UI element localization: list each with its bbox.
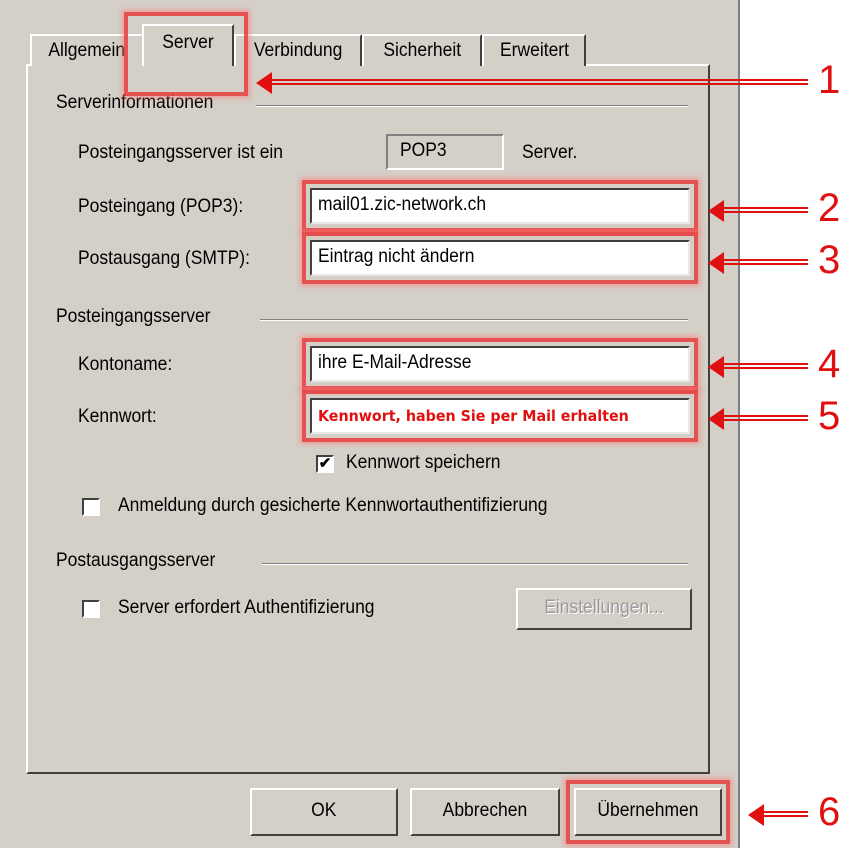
spa-label: Anmeldung durch gesicherte Kennwortauthe… (118, 495, 548, 516)
annotation-number-6: 6 (818, 790, 841, 834)
ok-button[interactable]: OK (250, 788, 398, 836)
tab-erweitert[interactable]: Erweitert (482, 34, 586, 66)
outgoing-server-field[interactable]: Eintrag nicht ändern (310, 240, 690, 276)
cancel-button[interactable]: Abbrechen (410, 788, 560, 836)
annotation-arrow-3 (708, 252, 808, 274)
tab-server[interactable]: Server (142, 24, 234, 66)
incoming-server-group-title: Posteingangsserver (56, 306, 211, 327)
apply-button[interactable]: Übernehmen (574, 788, 722, 836)
password-field[interactable]: Kennwort, haben Sie per Mail erhalten (310, 398, 690, 434)
password-hint: Kennwort, haben Sie per Mail erhalten (318, 407, 629, 425)
spa-checkbox[interactable] (82, 498, 100, 516)
smtp-auth-label: Server erfordert Authentifizierung (118, 597, 375, 618)
password-label: Kennwort: (78, 406, 157, 427)
annotation-number-4: 4 (818, 342, 841, 386)
annotation-arrow-6 (748, 804, 808, 826)
tab-allgemein[interactable]: Allgemein (30, 34, 144, 66)
outgoing-server-group-title: Postausgangsserver (56, 550, 216, 571)
annotation-number-2: 2 (818, 186, 841, 230)
settings-button[interactable]: Einstellungen... (516, 588, 692, 630)
annotation-number-1: 1 (818, 58, 841, 102)
save-password-label: Kennwort speichern (346, 452, 501, 473)
server-info-separator (256, 105, 688, 107)
incoming-type-label: Posteingangsserver ist ein (78, 142, 284, 163)
annotation-arrow-2 (708, 200, 808, 222)
annotation-number-5: 5 (818, 394, 841, 438)
incoming-server-separator (260, 319, 688, 321)
outgoing-server-separator (262, 563, 688, 565)
annotation-arrow-4 (708, 356, 808, 378)
annotation-number-3: 3 (818, 238, 841, 282)
incoming-type-suffix: Server. (522, 142, 578, 163)
account-name-field[interactable]: ihre E-Mail-Adresse (310, 346, 690, 382)
annotation-arrow-1 (256, 72, 808, 94)
dialog-right-edge (738, 0, 740, 848)
incoming-server-label: Posteingang (POP3): (78, 196, 244, 217)
server-info-group-title: Serverinformationen (56, 92, 214, 113)
save-password-checkbox[interactable]: ✔ (316, 455, 334, 473)
incoming-type-text: POP3 (400, 140, 447, 161)
tab-sicherheit[interactable]: Sicherheit (362, 34, 482, 66)
smtp-auth-checkbox[interactable] (82, 600, 100, 618)
incoming-server-field[interactable]: mail01.zic-network.ch (310, 188, 690, 224)
annotation-arrow-5 (708, 408, 808, 430)
tab-verbindung[interactable]: Verbindung (234, 34, 362, 66)
account-name-label: Kontoname: (78, 354, 173, 375)
incoming-type-value: POP3 (386, 134, 504, 170)
outgoing-server-label: Postausgang (SMTP): (78, 248, 250, 269)
